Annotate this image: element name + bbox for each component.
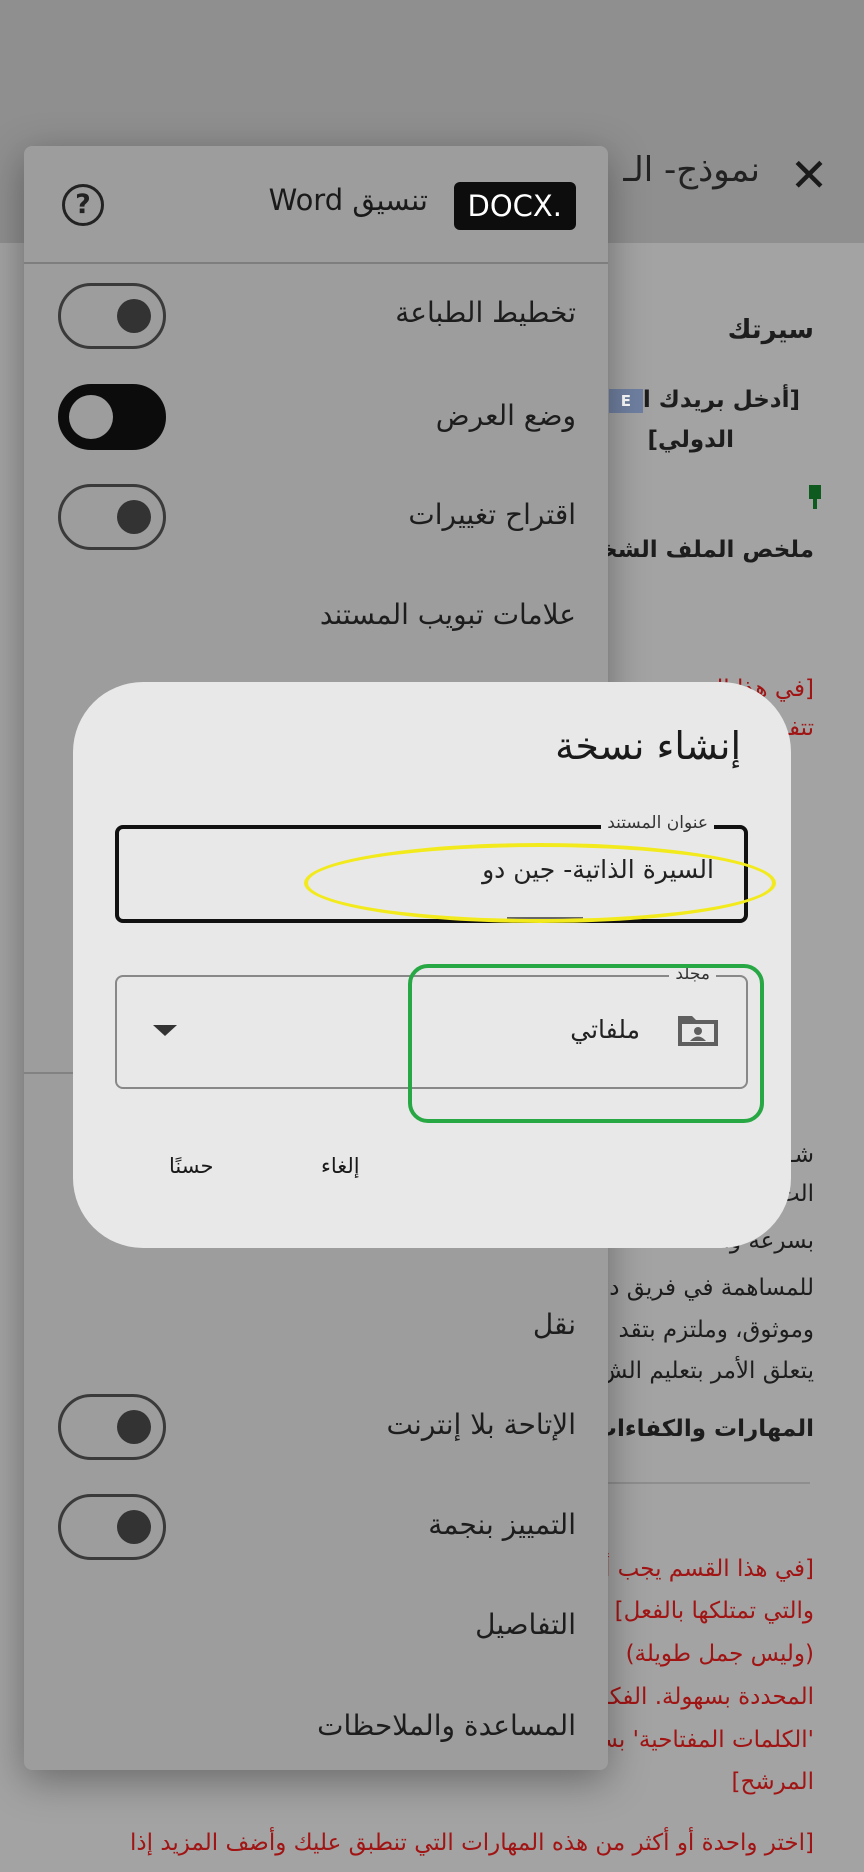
email-icon: E — [608, 388, 643, 413]
offline-toggle[interactable] — [58, 1394, 166, 1460]
option-move[interactable]: نقل — [533, 1308, 576, 1341]
star-toggle[interactable] — [58, 1494, 166, 1560]
toggle-knob — [117, 500, 151, 534]
dropdown-arrow-icon[interactable] — [153, 1025, 177, 1036]
doc-email-text: [أدخل بريدك ا — [642, 387, 800, 413]
toggle-knob — [117, 1410, 151, 1444]
option-offline[interactable]: الإتاحة بلا إنترنت — [387, 1408, 576, 1441]
option-document-tabs[interactable]: علامات تبويب المستند — [320, 598, 576, 631]
doc-line: 'الكلمات المفتاحية' بس — [589, 1727, 814, 1753]
pin-icon — [809, 485, 821, 509]
option-display-mode[interactable]: وضع العرض — [436, 399, 576, 432]
word-format-label: تنسيق Word — [268, 183, 428, 217]
doc-line: للمساهمة في فريق د — [609, 1275, 814, 1301]
print-layout-toggle[interactable] — [58, 283, 166, 349]
doc-line: وموثوق، وملتزم بتقد — [618, 1317, 814, 1343]
panel-header: ? تنسيق Word DOCX. — [24, 146, 608, 264]
help-icon[interactable]: ? — [62, 184, 104, 226]
cancel-button[interactable]: إلغاء — [321, 1154, 360, 1178]
doc-line: (وليس جمل طويلة) — [625, 1641, 814, 1667]
yellow-highlight-ellipse — [304, 843, 776, 923]
option-star[interactable]: التمييز بنجمة — [428, 1508, 576, 1541]
doc-section-heading: المهارات والكفاءات — [593, 1416, 814, 1442]
option-details[interactable]: التفاصيل — [475, 1608, 576, 1641]
close-icon[interactable]: ✕ — [784, 150, 834, 200]
document-title-label: عنوان المستند — [601, 813, 714, 833]
toggle-knob — [117, 299, 151, 333]
suggest-changes-toggle[interactable] — [58, 484, 166, 550]
doc-line: المحددة بسهولة. الفكر — [596, 1684, 814, 1710]
doc-line: يتعلق الأمر بتعليم الش — [599, 1358, 814, 1384]
doc-line: شـ — [787, 1142, 814, 1168]
option-print-layout[interactable]: تخطيط الطباعة — [395, 296, 576, 329]
toggle-knob — [69, 395, 113, 439]
doc-line: [في هذا القسم يجب أ — [603, 1556, 814, 1582]
doc-line: الدولي] — [647, 427, 734, 453]
doc-divider — [600, 1482, 810, 1484]
option-suggest-changes[interactable]: اقتراح تغييرات — [408, 498, 576, 531]
green-highlight-box — [408, 964, 764, 1123]
option-help-feedback[interactable]: المساعدة والملاحظات — [317, 1709, 576, 1742]
doc-line: المرشح] — [731, 1769, 814, 1795]
doc-line: والتي تمتلكها بالفعل] — [614, 1598, 814, 1624]
display-mode-toggle[interactable] — [58, 384, 166, 450]
dialog-title: إنشاء نسخة — [555, 724, 741, 768]
docx-badge: DOCX. — [453, 182, 576, 230]
document-title: نموذج- الـ — [623, 150, 760, 190]
ok-button[interactable]: حسنًا — [169, 1154, 213, 1178]
toggle-knob — [117, 1510, 151, 1544]
doc-line: [اختر واحدة أو أكثر من هذه المهارات التي… — [129, 1830, 814, 1856]
doc-email-line: [أدخل بريدك اE — [603, 387, 800, 413]
doc-heading: سيرتك — [727, 315, 814, 345]
